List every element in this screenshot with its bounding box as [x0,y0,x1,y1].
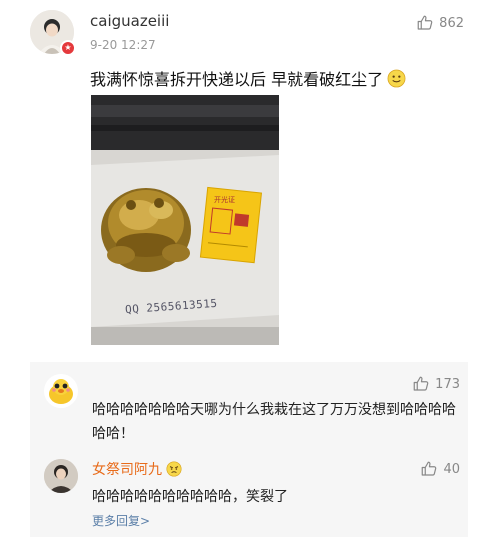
post-photo[interactable]: 开光证 QQ 2565613515 [91,95,279,345]
post-text: 我满怀惊喜拆开快递以后 早就看破红尘了 [90,66,406,90]
certificate-label: 开光证 [214,196,235,204]
weibo-post: ★ caiguazeiii 9-20 12:27 862 我满怀惊喜拆开快递以后… [0,0,486,362]
reply-like-button[interactable]: 40 [420,460,460,478]
commenter-avatar[interactable] [44,374,78,408]
post-timestamp: 9-20 12:27 [90,38,156,52]
verified-badge-icon: ★ [60,40,76,56]
reply-text: 哈哈哈哈哈哈哈哈哈哈，笑裂了 [92,489,288,505]
post-like-count: 862 [439,15,464,31]
thumbs-up-icon [422,461,437,476]
comments-section: 173 哈哈哈哈哈哈哈天哪为什么我栽在这了万万没想到哈哈哈哈哈哈！ 女祭司阿九 … [30,362,468,537]
reply-username[interactable]: 女祭司阿九 [92,459,182,479]
post-like-button[interactable]: 862 [416,14,464,32]
thumbs-up-icon [417,15,433,30]
replier-avatar[interactable] [44,459,78,493]
comment-like-button[interactable]: 173 [412,375,460,393]
smile-emoji-icon [387,69,406,87]
reply-username-text: 女祭司阿九 [92,462,162,478]
thumbs-up-icon [413,376,429,391]
angry-emoji-icon [166,461,182,477]
comment-like-count: 173 [435,376,460,392]
post-text-content: 我满怀惊喜拆开快递以后 早就看破红尘了 [90,70,384,89]
more-replies-link[interactable]: 更多回复> [92,512,150,529]
reply-like-count: 40 [443,461,460,477]
comment-text: 哈哈哈哈哈哈哈天哪为什么我栽在这了万万没想到哈哈哈哈哈哈！ [92,402,456,442]
post-username[interactable]: caiguazeiii [90,12,169,30]
